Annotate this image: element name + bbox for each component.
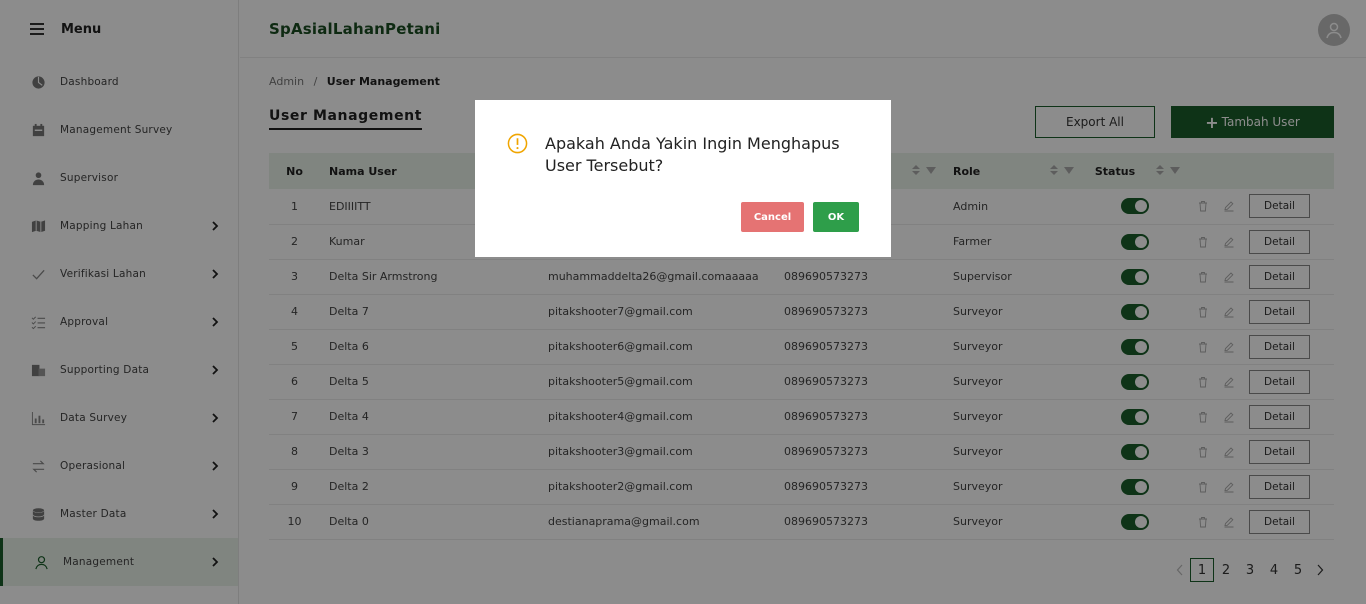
confirm-delete-dialog: Apakah Anda Yakin Ingin Menghapus User T… bbox=[475, 100, 891, 257]
cancel-button[interactable]: Cancel bbox=[741, 202, 804, 232]
modal-overlay[interactable] bbox=[0, 0, 1366, 604]
ok-button[interactable]: OK bbox=[813, 202, 859, 232]
warning-icon bbox=[507, 133, 528, 154]
dialog-message: Apakah Anda Yakin Ingin Menghapus User T… bbox=[545, 134, 840, 175]
